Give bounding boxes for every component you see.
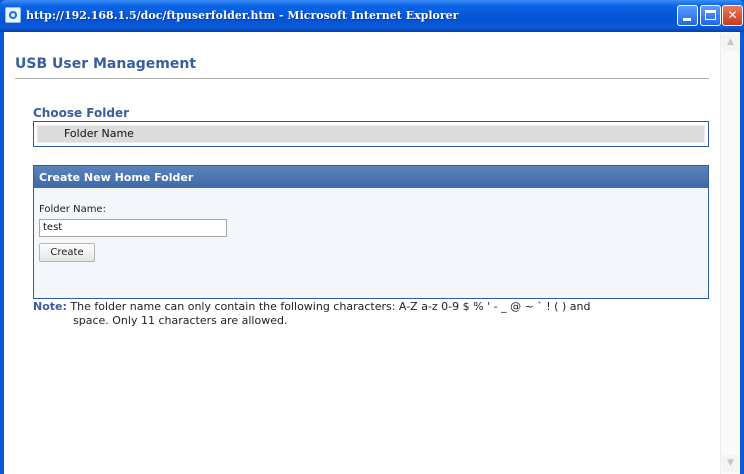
folder-list: Folder Name <box>33 121 709 147</box>
folder-name-column-header: Folder Name <box>64 127 134 140</box>
folder-list-header: Folder Name <box>37 125 705 143</box>
scroll-down-icon[interactable]: ▼ <box>722 455 739 472</box>
close-button[interactable]: ✕ <box>722 5 743 26</box>
minimize-button[interactable] <box>677 5 698 26</box>
vertical-scrollbar[interactable]: ▲ ▼ <box>720 32 740 474</box>
ie-page-icon[interactable] <box>5 7 21 23</box>
note-text-1: The folder name can only contain the fol… <box>70 300 591 313</box>
scroll-up-icon[interactable]: ▲ <box>722 34 739 51</box>
client-area: USB User Management Choose Folder Folder… <box>4 32 740 474</box>
close-icon: ✕ <box>727 8 738 22</box>
note-text-2: space. Only 11 characters are allowed. <box>73 314 288 327</box>
page-content: USB User Management Choose Folder Folder… <box>4 32 720 474</box>
create-folder-panel-header: Create New Home Folder <box>34 166 708 188</box>
create-folder-heading: Create New Home Folder <box>39 171 194 184</box>
note-line-1: Note: The folder name can only contain t… <box>33 300 590 314</box>
folder-name-label: Folder Name: <box>39 204 106 215</box>
create-button[interactable]: Create <box>39 243 95 262</box>
title-divider <box>15 78 709 79</box>
choose-folder-heading: Choose Folder <box>33 106 130 120</box>
create-folder-panel: Create New Home Folder Folder Name: test… <box>33 165 709 299</box>
page-title: USB User Management <box>15 56 197 72</box>
maximize-button[interactable] <box>700 5 721 26</box>
title-bar[interactable]: http://192.168.1.5/doc/ftpuserfolder.htm… <box>0 0 744 32</box>
browser-window: http://192.168.1.5/doc/ftpuserfolder.htm… <box>0 0 744 474</box>
folder-name-input[interactable]: test <box>39 219 227 237</box>
note-label: Note: <box>33 300 67 313</box>
window-title: http://192.168.1.5/doc/ftpuserfolder.htm… <box>26 9 459 22</box>
